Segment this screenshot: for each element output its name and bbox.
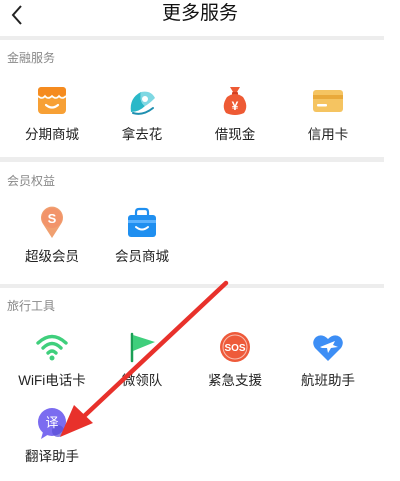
svg-text:S: S [48,211,57,226]
service-label: 借现金 [214,127,256,142]
service-label: WiFi电话卡 [18,373,86,388]
sos-text: SOS [224,343,245,354]
translate-glyph: 译 [45,416,58,431]
section-title-membership: 会员权益 [7,174,56,188]
service-label: 拿去花 [121,127,163,142]
service-item-micro-leader[interactable]: 微领队 [92,330,192,394]
service-item-super-member[interactable]: S 超级会员 [2,206,102,270]
service-label: 分期商城 [25,127,79,142]
service-label: 超级会员 [25,249,79,264]
header-bar: 更多服务 [0,0,400,32]
service-item-translation-assistant[interactable]: 译 翻译助手 [2,406,102,470]
service-item-member-mall[interactable]: 会员商城 [92,206,192,270]
service-item-emergency-support[interactable]: SOS 紧急支援 [185,330,285,394]
section-divider [0,36,384,40]
wifi-icon [36,334,68,361]
flight-icon [313,335,343,361]
na-qu-hua-icon [130,91,155,115]
section-divider [0,284,384,288]
money-bag-icon: ¥ [223,87,247,115]
service-item-wifi-phone-card[interactable]: WiFi电话卡 [2,330,102,394]
credit-card-icon [313,90,343,112]
flag-icon [130,332,155,363]
section-title-travel: 旅行工具 [7,299,56,313]
service-label: 航班助手 [301,373,355,388]
shopping-bag-icon [128,207,156,237]
svg-text:¥: ¥ [232,99,239,113]
service-label: 信用卡 [307,127,349,142]
section-divider [0,157,384,162]
service-label: 翻译助手 [25,449,79,464]
sos-icon: SOS [220,332,250,362]
store-icon [37,87,67,114]
service-item-borrow-cash[interactable]: ¥ 借现金 [185,84,285,148]
service-label: 会员商城 [115,249,169,264]
service-item-credit-card[interactable]: 信用卡 [278,84,378,148]
section-title-finance: 金融服务 [7,51,56,65]
translate-icon: 译 [38,408,66,439]
page-title: 更多服务 [161,3,238,24]
super-member-icon: S [41,206,64,238]
service-item-installment-mall[interactable]: 分期商城 [2,84,102,148]
service-label: 微领队 [121,373,163,388]
service-item-na-qu-hua[interactable]: 拿去花 [92,84,192,148]
service-label: 紧急支援 [208,373,262,388]
service-item-flight-assistant[interactable]: 航班助手 [278,330,378,394]
